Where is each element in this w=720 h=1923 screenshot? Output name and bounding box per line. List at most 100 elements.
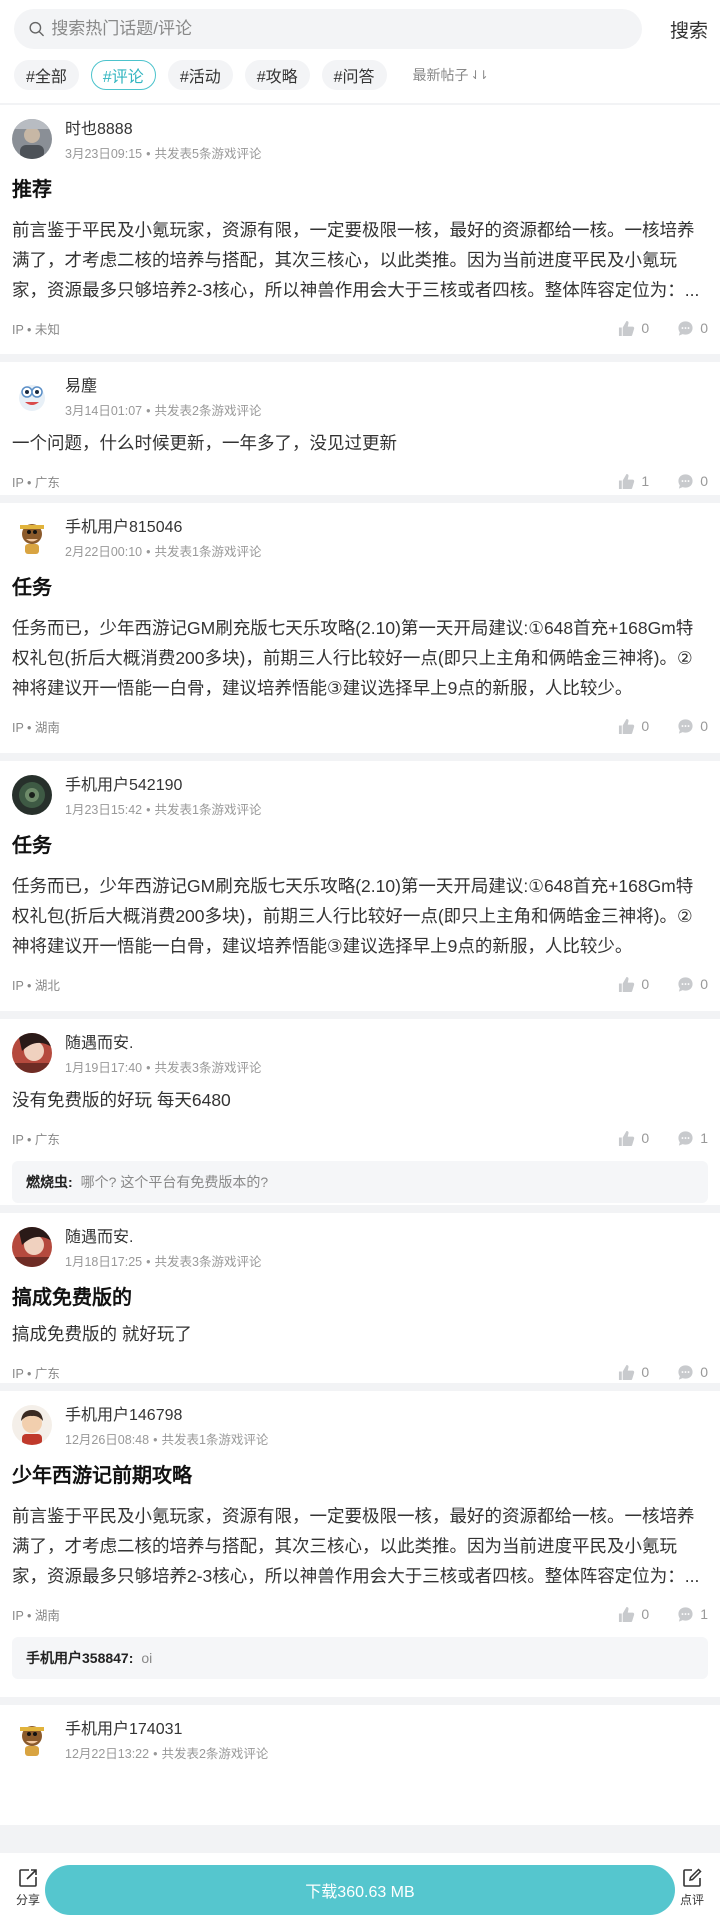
like-button[interactable]: 0 — [618, 976, 649, 993]
post-body: 前言鉴于平民及小氪玩家，资源有限，一定要极限一核，最好的资源都给一核。一核培养满… — [12, 1506, 700, 1586]
avatar[interactable] — [12, 517, 52, 557]
like-count: 0 — [641, 320, 650, 336]
meta-separator: • — [146, 1255, 151, 1269]
ip-location: IP • 广东 — [12, 1132, 60, 1147]
comment-button[interactable]: 0 — [677, 976, 708, 993]
ip-location: IP • 湖北 — [12, 978, 60, 993]
bottom-bar: 分享 下载360.63 MB 点评 — [0, 1853, 720, 1923]
post-date: 1月18日17:25 — [65, 1255, 143, 1269]
like-count: 0 — [641, 1606, 650, 1622]
username[interactable]: 手机用户542190 — [65, 777, 261, 795]
post-title: 少年西游记前期攻略 — [12, 1465, 192, 1487]
ip-location: IP • 湖南 — [12, 720, 60, 735]
post-meta: 1月18日17:25 • 共发表3条游戏评论 — [65, 1255, 261, 1269]
top-bar: 搜索 #全部 #评论 #活动 #攻略 #问答 最新帖子 ⇃⇂ — [0, 0, 720, 103]
avatar[interactable] — [12, 376, 52, 416]
comment-count: 0 — [700, 473, 708, 489]
post-feed: 时也8888 3月23日09:15 • 共发表5条游戏评论 推荐 前言鉴于平民及小氪… — [0, 105, 720, 1833]
ip-location: IP • 广东 — [12, 1366, 60, 1381]
username[interactable]: 手机用户146798 — [65, 1407, 268, 1425]
avatar[interactable] — [12, 775, 52, 815]
comment-count: 1 — [700, 1606, 708, 1622]
comment-button[interactable]: 1 — [677, 1130, 708, 1147]
username[interactable]: 易塵 — [65, 378, 261, 396]
search-row: 搜索 — [14, 8, 708, 50]
like-button[interactable]: 0 — [618, 1606, 649, 1623]
comment-button[interactable]: 0 — [677, 718, 708, 735]
reply-user[interactable]: 手机用户358847: — [26, 1648, 133, 1668]
post-card[interactable]: 手机用户815046 2月22日00:10 • 共发表1条游戏评论 任务 任务而已，… — [0, 503, 720, 753]
post-card[interactable]: 手机用户174031 12月22日13:22 • 共发表2条游戏评论 — [0, 1705, 720, 1825]
comment-button[interactable]: 0 — [677, 473, 708, 490]
username[interactable]: 手机用户815046 — [65, 519, 261, 537]
thumb-up-icon — [619, 1364, 635, 1380]
like-button[interactable]: 0 — [618, 1364, 649, 1381]
sort-toggle[interactable]: 最新帖子 ⇃⇂ — [413, 65, 489, 85]
download-button[interactable]: 下载360.63 MB — [45, 1865, 675, 1915]
meta-separator: • — [146, 1061, 151, 1075]
search-icon — [29, 21, 44, 37]
avatar[interactable] — [12, 1405, 52, 1445]
username[interactable]: 时也8888 — [65, 121, 261, 139]
meta-separator: • — [153, 1433, 158, 1447]
search-box[interactable] — [14, 9, 642, 49]
like-button[interactable]: 0 — [618, 718, 649, 735]
post-meta: 3月14日01:07 • 共发表2条游戏评论 — [65, 404, 261, 418]
share-button[interactable]: 分享 — [8, 1867, 48, 1908]
comment-button[interactable]: 0 — [677, 1364, 708, 1381]
post-title: 任务 — [12, 835, 52, 857]
post-date: 1月19日17:40 — [65, 1061, 143, 1075]
search-button[interactable]: 搜索 — [642, 16, 708, 43]
like-count: 0 — [641, 1130, 650, 1146]
post-card[interactable]: 随遇而安. 1月19日17:40 • 共发表3条游戏评论 没有免费版的好玩 每天64… — [0, 1019, 720, 1205]
reply-preview[interactable]: 燃烧虫: 哪个? 这个平台有免费版本的? — [12, 1161, 708, 1203]
post-header: 易塵 3月14日01:07 • 共发表2条游戏评论 — [12, 376, 708, 424]
share-icon — [19, 1869, 37, 1887]
share-label: 分享 — [15, 1893, 40, 1907]
meta-separator: • — [146, 545, 151, 559]
username[interactable]: 随遇而安. — [65, 1035, 261, 1053]
username[interactable]: 随遇而安. — [65, 1229, 261, 1247]
post-date: 3月23日09:15 — [65, 147, 143, 161]
avatar[interactable] — [12, 1033, 52, 1073]
meta-separator: • — [146, 147, 151, 161]
reply-user[interactable]: 燃烧虫: — [26, 1172, 73, 1192]
filter-all[interactable]: #全部 — [14, 60, 79, 90]
post-meta: 3月23日09:15 • 共发表5条游戏评论 — [65, 147, 261, 161]
reply-text: oi — [141, 1650, 153, 1666]
post-card[interactable]: 随遇而安. 1月18日17:25 • 共发表3条游戏评论 搞成免费版的 搞成免费版的… — [0, 1213, 720, 1383]
post-footer: IP • 广东 0 1 — [12, 1115, 708, 1161]
reply-preview[interactable]: 手机用户358847: oi — [12, 1637, 708, 1679]
avatar[interactable] — [12, 1227, 52, 1267]
post-date: 2月22日00:10 — [65, 545, 143, 559]
post-header: 随遇而安. 1月19日17:40 • 共发表3条游戏评论 — [12, 1033, 708, 1081]
comment-button[interactable]: 1 — [677, 1606, 708, 1623]
search-input[interactable] — [51, 19, 642, 39]
post-date: 12月22日13:22 — [65, 1747, 150, 1761]
post-meta: 1月23日15:42 • 共发表1条游戏评论 — [65, 803, 261, 817]
avatar[interactable] — [12, 119, 52, 159]
filter-comment[interactable]: #评论 — [90, 60, 156, 90]
review-button[interactable]: 点评 — [672, 1867, 712, 1908]
comment-icon — [678, 473, 693, 489]
comment-icon — [678, 1130, 693, 1146]
post-card[interactable]: 易塵 3月14日01:07 • 共发表2条游戏评论 一个问题，什么时候更新，一年多了… — [0, 362, 720, 495]
post-header: 手机用户815046 2月22日00:10 • 共发表1条游戏评论 — [12, 517, 708, 565]
post-header: 手机用户146798 12月26日08:48 • 共发表1条游戏评论 — [12, 1405, 708, 1453]
comment-button[interactable]: 0 — [677, 320, 708, 337]
filter-qa[interactable]: #问答 — [321, 60, 387, 90]
filter-guide[interactable]: #攻略 — [244, 60, 310, 90]
post-body: 搞成免费版的 就好玩了 — [12, 1324, 192, 1344]
post-card[interactable]: 手机用户146798 12月26日08:48 • 共发表1条游戏评论 少年西游记前期… — [0, 1391, 720, 1697]
filter-activity[interactable]: #活动 — [167, 60, 233, 90]
like-button[interactable]: 1 — [618, 473, 649, 490]
username[interactable]: 手机用户174031 — [65, 1721, 268, 1739]
post-card[interactable]: 手机用户542190 1月23日15:42 • 共发表1条游戏评论 任务 任务而已，… — [0, 761, 720, 1011]
comment-icon — [678, 718, 693, 734]
ip-location: IP • 湖南 — [12, 1608, 60, 1623]
like-button[interactable]: 0 — [618, 1130, 649, 1147]
post-card[interactable]: 时也8888 3月23日09:15 • 共发表5条游戏评论 推荐 前言鉴于平民及小氪… — [0, 105, 720, 354]
like-button[interactable]: 0 — [618, 320, 649, 337]
avatar[interactable] — [12, 1719, 52, 1759]
post-date: 1月23日15:42 — [65, 803, 143, 817]
